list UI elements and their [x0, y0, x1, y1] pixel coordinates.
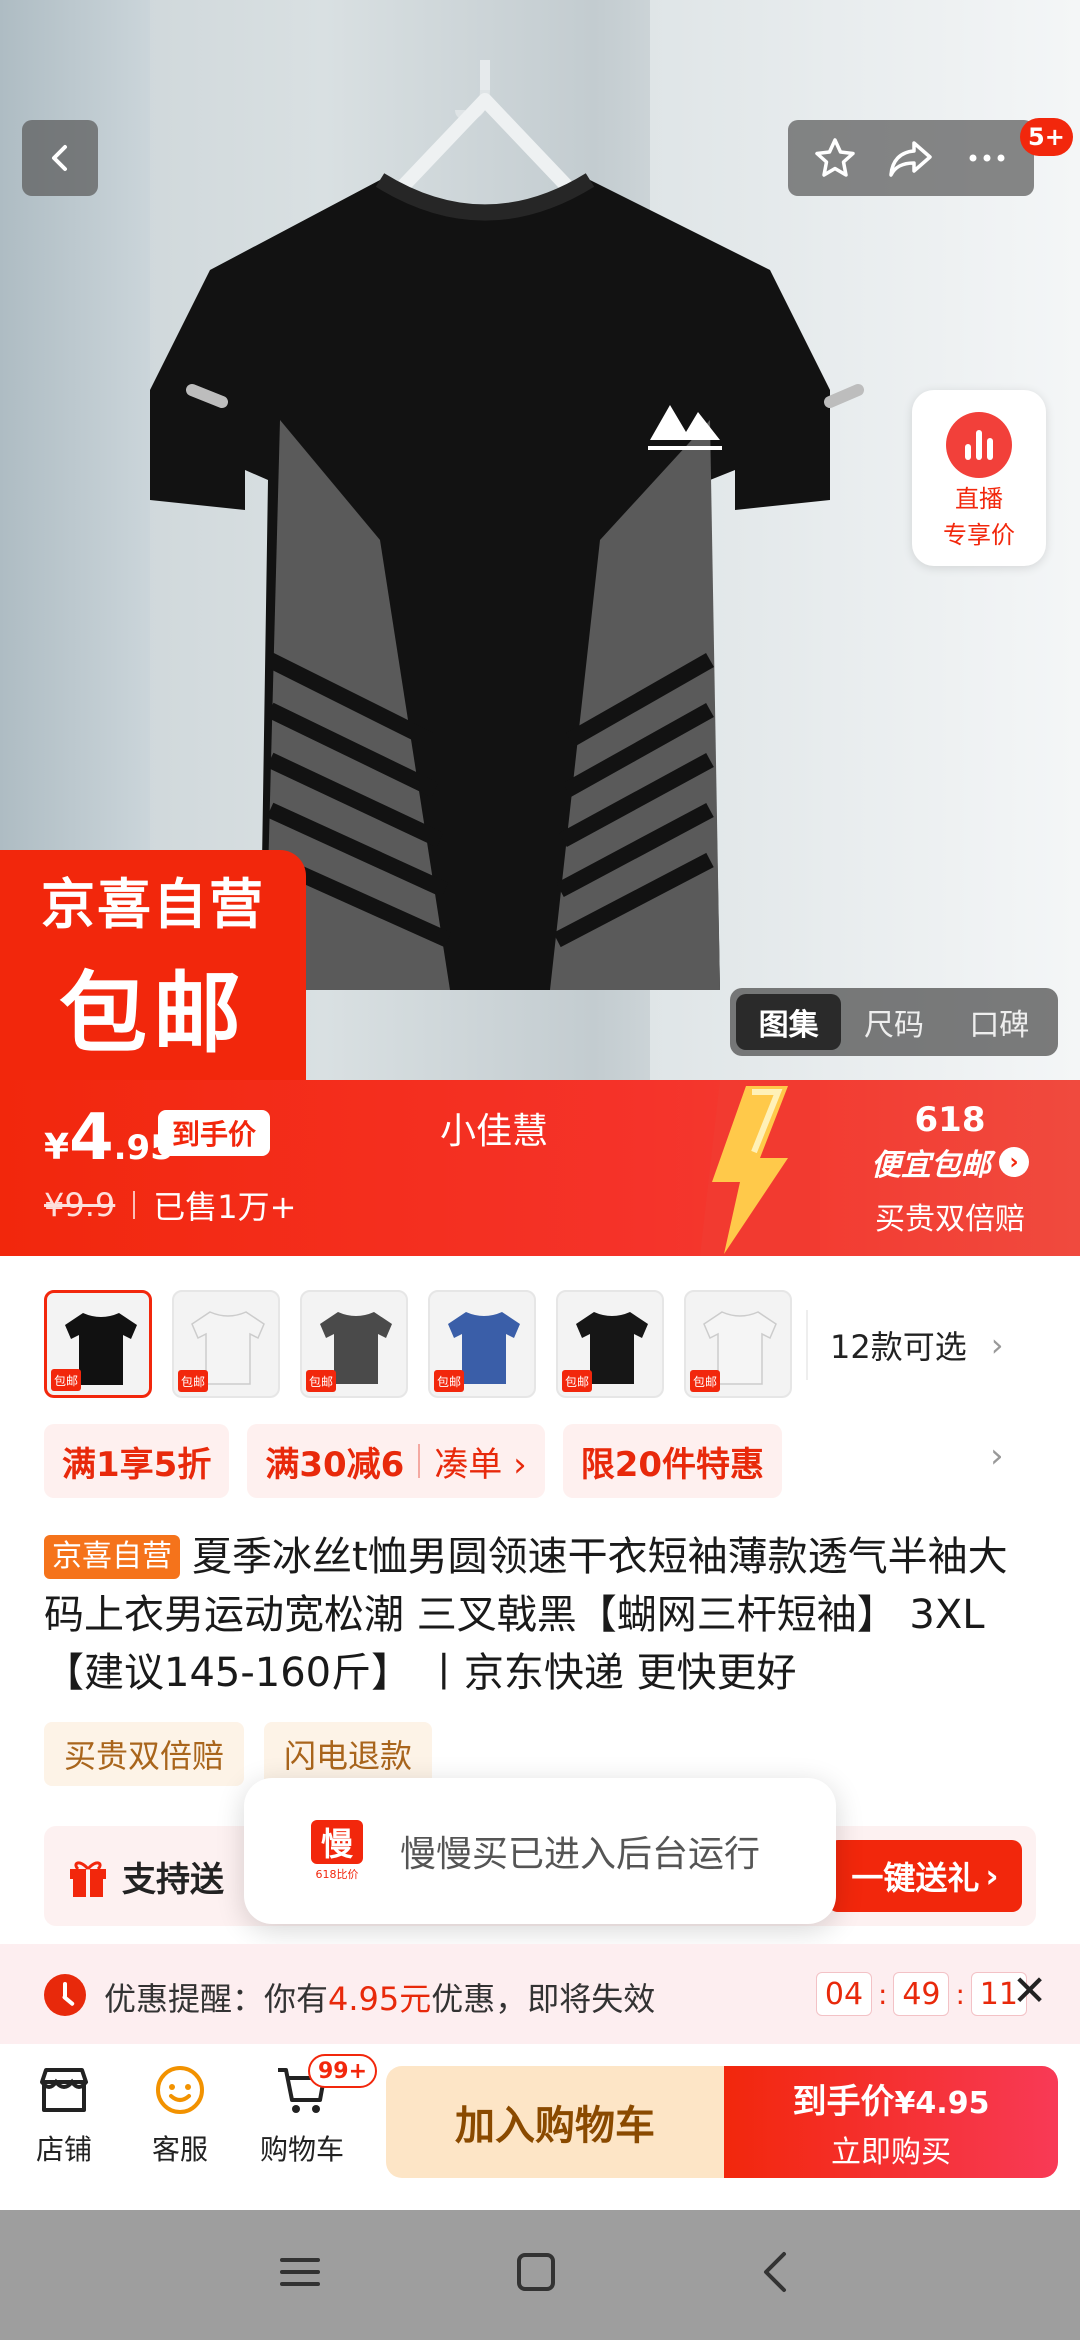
manmanmai-app-icon: 慢 618比价: [306, 1820, 368, 1882]
original-price: ¥9.9: [44, 1186, 116, 1224]
jingxi-free-shipping-badge: 京喜自营 包邮: [0, 850, 306, 1080]
chevron-right-icon: ›: [985, 1857, 999, 1895]
divider: [806, 1310, 808, 1380]
customer-service-button[interactable]: 客服: [130, 2062, 230, 2168]
tab-size[interactable]: 尺码: [841, 994, 946, 1050]
menu-icon[interactable]: [278, 2250, 322, 2294]
gift-icon: [70, 1861, 106, 1897]
tab-gallery[interactable]: 图集: [736, 994, 842, 1050]
clock-icon: [44, 1974, 86, 2016]
chevron-right-icon[interactable]: ›: [990, 1436, 1004, 1476]
countdown-minutes: 49: [893, 1972, 950, 2016]
live-stream-icon: [946, 412, 1012, 478]
buy-now-button[interactable]: 到手价¥4.95 立即购买: [724, 2066, 1058, 2178]
variant-thumb[interactable]: 包邮: [172, 1290, 280, 1398]
promo-guarantee: 买贵双倍赔: [875, 1202, 1025, 1237]
product-title: 京喜自营 夏季冰丝t恤男圆领速干衣短袖薄款透气半袖大码上衣男运动宽松潮 三叉戟黑【…: [44, 1528, 1044, 1702]
product-title-text: 夏季冰丝t恤男圆领速干衣短袖薄款透气半袖大码上衣男运动宽松潮 三叉戟黑【蝴网三杆…: [44, 1534, 1008, 1696]
home-icon[interactable]: [514, 2250, 558, 2294]
top-action-group: [788, 120, 1034, 196]
lightning-bolt-icon: [700, 1080, 820, 1256]
live-host-name: 小佳慧: [440, 1111, 549, 1152]
shop-icon: [40, 2068, 88, 2112]
final-price: ¥ 4 .95: [44, 1101, 174, 1175]
live-card-line1: 直播: [955, 485, 1003, 513]
variant-selector: 包邮 包邮 包邮 包邮 包邮 包邮 12款可选 ›: [0, 1280, 1080, 1404]
toast-message: 慢慢买已进入后台运行: [400, 1834, 761, 1875]
promo-slogan: 便宜包邮 ›: [830, 1140, 1070, 1184]
jingxi-self-operated-tag: 京喜自营: [44, 1535, 180, 1579]
promo-limited[interactable]: 限20件特惠: [562, 1424, 783, 1498]
price-sub-row: ¥9.9 已售1万+: [44, 1182, 296, 1228]
live-card-line2: 专享价: [943, 521, 1015, 549]
promo-row: 满1享5折 满30减6 凑单 › 限20件特惠: [44, 1424, 783, 1498]
send-gift-button[interactable]: 一键送礼 ›: [828, 1840, 1022, 1912]
service-tag[interactable]: 买贵双倍赔: [44, 1722, 245, 1786]
promo-threshold[interactable]: 满30减6 凑单 ›: [247, 1424, 545, 1498]
system-navigation-bar: [0, 2210, 1080, 2340]
chevron-left-icon: [52, 145, 67, 171]
sold-count: 已售1万+: [153, 1188, 297, 1226]
more-variants-link[interactable]: 12款可选 ›: [830, 1322, 1004, 1368]
promo-discount[interactable]: 满1享5折: [44, 1424, 230, 1498]
variant-thumb[interactable]: 包邮: [300, 1290, 408, 1398]
divider: [133, 1191, 136, 1219]
favorite-star-icon[interactable]: [812, 135, 858, 181]
cart-button[interactable]: 99+ 购物车: [252, 2054, 378, 2168]
add-to-cart-button[interactable]: 加入购物车: [386, 2066, 724, 2178]
back-button[interactable]: [22, 120, 98, 196]
variant-thumb[interactable]: 包邮: [684, 1290, 792, 1398]
cart-count-badge: 99+: [308, 2054, 378, 2088]
chevron-right-icon: ›: [990, 1326, 1004, 1364]
message-count-badge: 5+: [1020, 118, 1073, 156]
countdown-timer: 04 : 49 : 11: [816, 1972, 1027, 2016]
divider: [418, 1444, 421, 1478]
share-icon[interactable]: [886, 135, 936, 181]
product-image-gallery[interactable]: 5+ 直播 专享价 京喜自营 包邮 图集 尺码 口碑: [0, 0, 1080, 1080]
countdown-hours: 04: [816, 1972, 872, 2016]
background-running-toast: 慢 618比价 慢慢买已进入后台运行: [244, 1778, 836, 1924]
gift-label: 支持送: [66, 1852, 224, 1901]
chevron-right-icon: ›: [999, 1147, 1029, 1177]
system-back-icon[interactable]: [754, 2250, 798, 2294]
customer-service-icon: [156, 2066, 204, 2114]
variant-thumb[interactable]: 包邮: [44, 1290, 152, 1398]
variant-thumb[interactable]: 包邮: [556, 1290, 664, 1398]
jx-badge-line2: 包邮: [58, 962, 247, 1065]
tab-reviews[interactable]: 口碑: [947, 994, 1052, 1050]
price-label-tag: 到手价: [158, 1110, 271, 1156]
jx-badge-line1: 京喜自营: [41, 873, 265, 936]
media-tabs: 图集 尺码 口碑: [730, 988, 1058, 1056]
price-banner: ¥ 4 .95 到手价 ¥9.9 已售1万+ 小佳慧 618 便宜包邮 › 买贵…: [0, 1080, 1080, 1256]
more-options-icon[interactable]: [964, 135, 1010, 181]
coupon-reminder: 优惠提醒：你有4.95元优惠，即将失效 04 : 49 : 11 ✕: [0, 1944, 1080, 2044]
reminder-text: 优惠提醒：你有4.95元优惠，即将失效: [104, 1980, 656, 2018]
service-tag[interactable]: 闪电退款: [264, 1722, 433, 1786]
add-on-link[interactable]: 凑单 ›: [434, 1437, 526, 1486]
618-promo[interactable]: 618 便宜包邮 › 买贵双倍赔: [830, 1100, 1070, 1238]
close-icon[interactable]: ✕: [1012, 1966, 1047, 2015]
live-price-card[interactable]: 直播 专享价: [912, 390, 1046, 566]
shop-button[interactable]: 店铺: [14, 2062, 114, 2168]
promo-618: 618: [914, 1100, 986, 1140]
service-tags: 买贵双倍赔 闪电退款: [44, 1722, 433, 1786]
variant-thumb[interactable]: 包邮: [428, 1290, 536, 1398]
bottom-action-bar: 店铺 客服 99+ 购物车 加入购物车 到手价¥4.95 立即购买: [0, 2044, 1080, 2210]
